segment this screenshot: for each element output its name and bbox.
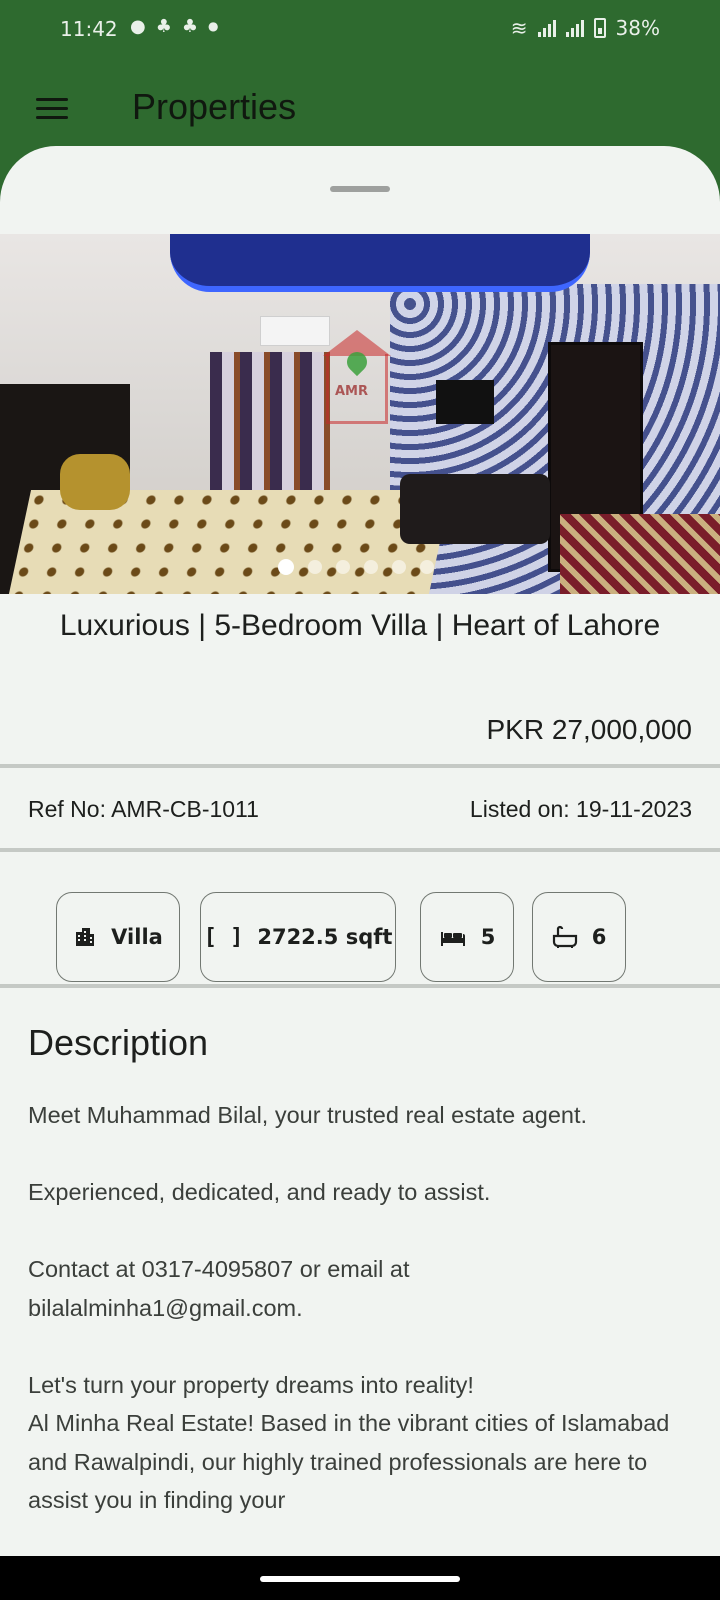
bathtub-icon xyxy=(552,925,578,949)
carousel-dot[interactable] xyxy=(308,560,322,574)
wifi-icon: ≋ xyxy=(510,16,528,40)
menu-icon[interactable] xyxy=(36,96,68,120)
property-image-carousel[interactable]: AMR xyxy=(0,234,720,594)
reference-number: Ref No: AMR-CB-1011 xyxy=(28,796,259,822)
chip-label: Villa xyxy=(111,925,163,949)
snapchat-icon: ♣ xyxy=(155,16,172,37)
home-gesture-bar[interactable] xyxy=(260,1576,460,1582)
description-heading: Description xyxy=(28,1022,209,1063)
signal-icon xyxy=(565,19,584,37)
chip-label: 2722.5 sqft xyxy=(257,925,393,949)
chip-label: 6 xyxy=(591,925,607,949)
description-paragraph: Al Minha Real Estate! Based in the vibra… xyxy=(28,1410,670,1513)
chip-property-type[interactable]: Villa xyxy=(56,892,180,982)
battery-percent: 38% xyxy=(615,16,660,40)
chip-area[interactable]: [ ] 2722.5 sqft xyxy=(200,892,396,982)
watermark-logo: AMR xyxy=(323,330,391,424)
notification-icons: ● ♣ ♣ ● xyxy=(130,16,218,37)
description-paragraph: Meet Muhammad Bilal, your trusted real e… xyxy=(28,1102,588,1128)
description-paragraph: Let's turn your property dreams into rea… xyxy=(28,1371,474,1398)
divider xyxy=(0,764,720,768)
carousel-dot[interactable] xyxy=(420,560,434,574)
building-icon xyxy=(73,925,97,949)
signal-icon xyxy=(537,19,556,37)
battery-icon xyxy=(593,18,606,38)
property-price: PKR 27,000,000 xyxy=(486,714,693,745)
chip-bedrooms[interactable]: 5 xyxy=(420,892,514,982)
listed-date: Listed on: 19-11-2023 xyxy=(469,796,692,822)
status-bar: 11:42 ● ♣ ♣ ● ≋ 38% xyxy=(0,0,720,62)
chat-bubble-icon: ● xyxy=(130,16,146,37)
snapchat-icon: ♣ xyxy=(181,16,198,37)
drag-handle[interactable] xyxy=(330,186,390,192)
chip-label: 5 xyxy=(480,925,496,949)
carousel-dot[interactable] xyxy=(364,560,378,574)
property-title: Luxurious | 5-Bedroom Villa | Heart of L… xyxy=(59,609,661,642)
carousel-dot[interactable] xyxy=(278,559,294,575)
bottom-sheet: AMR Luxurious | 5-Bedroom Villa | Heart … xyxy=(0,146,720,1556)
carousel-dot[interactable] xyxy=(392,560,406,574)
dot-icon: ● xyxy=(208,19,219,33)
bed-icon xyxy=(439,926,467,948)
page-title: Properties xyxy=(132,86,297,127)
status-right: ≋ 38% xyxy=(511,16,660,40)
app-bar: 11:42 ● ♣ ♣ ● ≋ 38% Properties xyxy=(0,0,720,160)
description-body: Meet Muhammad Bilal, your trusted real e… xyxy=(28,1096,688,1520)
carousel-dot[interactable] xyxy=(336,560,350,574)
chip-bathrooms[interactable]: 6 xyxy=(532,892,626,982)
divider xyxy=(0,848,720,852)
status-time: 11:42 xyxy=(60,17,118,41)
description-paragraph: Experienced, dedicated, and ready to ass… xyxy=(28,1179,491,1205)
area-brackets-icon: [ ] xyxy=(203,924,244,950)
divider xyxy=(0,984,720,988)
carousel-dots xyxy=(278,559,434,575)
description-paragraph: Contact at 0317-4095807 or email at bila… xyxy=(28,1256,410,1321)
system-nav-bar xyxy=(0,1556,720,1600)
